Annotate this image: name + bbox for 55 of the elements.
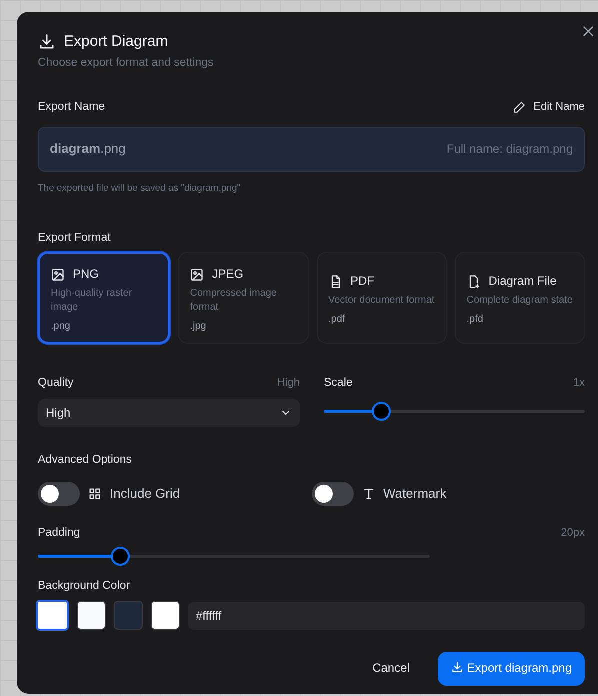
filename-value: diagram.png [50,140,126,158]
filename-field[interactable]: diagram.png Full name: diagram.png [38,126,585,172]
toggle-label: Watermark [384,486,447,503]
section-label: Scale [324,376,353,392]
image-icon [190,268,204,282]
format-description: Vector document format [328,295,435,306]
color-swatch[interactable] [114,601,143,630]
padding-reading: 20px [561,526,585,542]
scale-reading: 1x [573,376,585,392]
toggle-switch[interactable] [312,482,354,506]
format-name: PNG [73,267,100,283]
color-swatch[interactable] [36,600,69,632]
section-label: Quality [38,376,74,392]
pencil-icon [512,101,526,114]
format-extension: .pdf [328,314,346,325]
toggle-switch[interactable] [38,482,80,506]
format-card[interactable]: Diagram File Complete diagram state .pfd [454,252,585,344]
full-name-text: Full name: diagram.png [446,142,573,158]
format-description: Compressed image format [190,288,277,314]
color-hex-field[interactable]: #ffffff [188,602,585,630]
format-name: PDF [350,274,374,290]
format-card[interactable]: PNG High-quality raster image .png [38,252,170,344]
color-swatch[interactable] [151,601,180,630]
format-name: JPEG [212,267,244,283]
text-icon [362,487,376,502]
slider-thumb[interactable] [372,402,392,422]
quality-reading: High [277,376,300,392]
section-label: Advanced Options [38,454,132,466]
image-icon [51,268,65,282]
section-label: Background Color [38,580,130,592]
grid-icon [88,487,102,502]
format-card[interactable]: PDF Vector document format .pdf [316,252,447,344]
cancel-button[interactable]: Cancel [360,653,422,686]
dialog-subtitle: Choose export format and settings [38,56,214,68]
quality-select[interactable]: High [38,399,300,428]
format-extension: .pfd [466,314,484,325]
dialog-title: Export Diagram [64,32,168,52]
hint-text: The exported file will be saved as "diagram.png" [38,182,241,194]
format-extension: .jpg [190,320,206,332]
download-icon [38,32,56,51]
slider-thumb[interactable] [111,547,130,566]
color-swatch[interactable] [77,601,106,630]
format-card[interactable]: JPEG Compressed image format .jpg [178,252,308,344]
format-description: Complete diagram state [466,295,573,306]
section-label: Export Format [38,232,111,244]
close-button[interactable] [581,24,596,39]
section-label: Export Name [38,100,106,116]
toggle-label: Include Grid [110,486,180,503]
export-button[interactable]: Export diagram.png [438,652,585,686]
format-name: Diagram File [488,274,557,290]
format-description: High-quality raster image [51,288,132,314]
format-extension: .png [51,320,70,332]
edit-name-button[interactable]: Edit Name [512,99,585,116]
section-label: Padding [38,526,80,542]
download-icon [450,661,464,674]
